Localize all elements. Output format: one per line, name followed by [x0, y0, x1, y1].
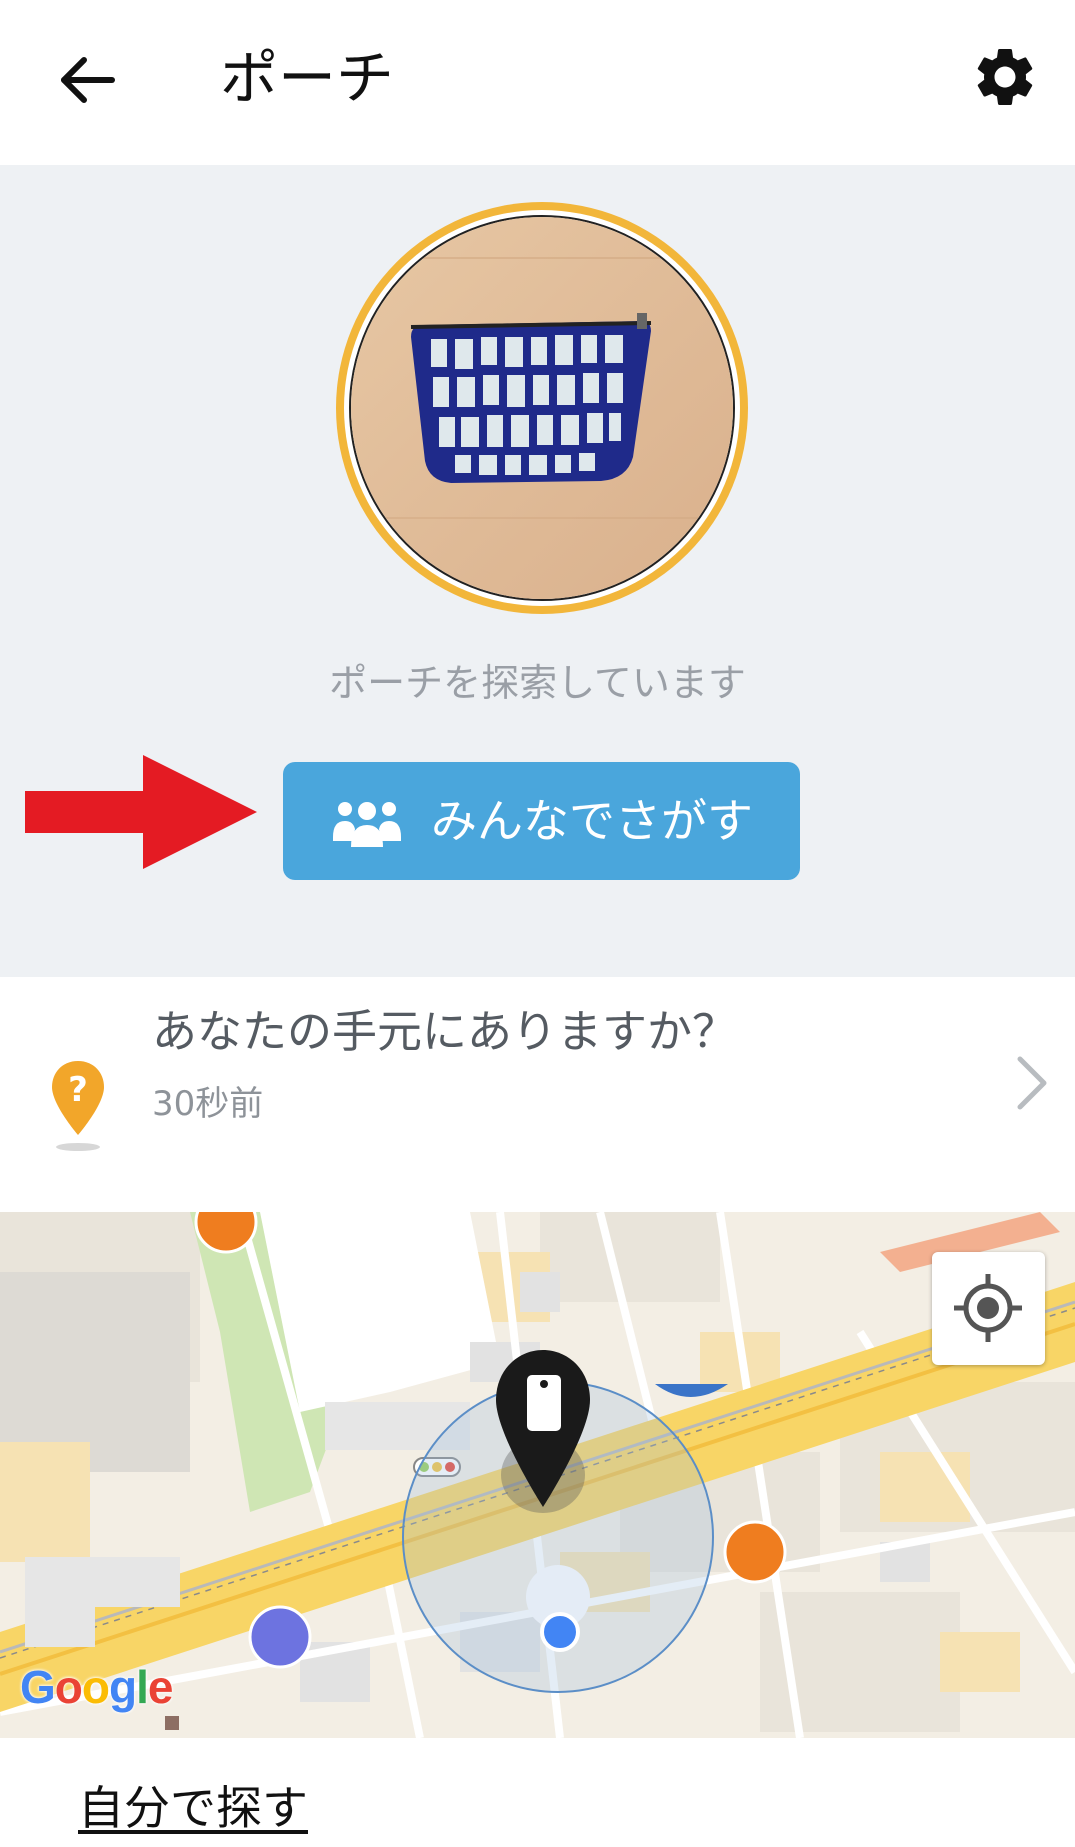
chevron-right-icon	[1017, 1056, 1047, 1110]
page-title: ポーチ	[220, 44, 395, 112]
search-status-text: ポーチを探索しています	[329, 661, 746, 705]
back-button[interactable]	[50, 40, 130, 120]
item-photo	[349, 215, 735, 601]
red-arrow-annotation	[25, 755, 257, 869]
map-view[interactable]: Google	[0, 1212, 1075, 1738]
footer: 自分で探す	[0, 1738, 1075, 1847]
svg-text:?: ?	[68, 1070, 88, 1110]
my-location-button[interactable]	[932, 1252, 1045, 1365]
crosshair-icon	[954, 1274, 1022, 1342]
question-pin-icon: ?	[52, 1061, 104, 1151]
notice-row[interactable]: ? あなたの手元にありますか？ 30秒前	[0, 977, 1075, 1212]
search-together-button[interactable]: みんなでさがす	[283, 762, 800, 880]
notice-title: あなたの手元にありますか？	[152, 1005, 738, 1058]
search-yourself-link[interactable]: 自分で探す	[78, 1778, 308, 1838]
arrow-left-icon	[61, 57, 115, 103]
settings-button[interactable]	[970, 42, 1050, 122]
pouch-image	[351, 217, 733, 599]
item-photo-ring	[336, 202, 748, 614]
google-logo: Google	[20, 1661, 173, 1713]
notice-timestamp: 30秒前	[152, 1084, 264, 1124]
gear-icon	[977, 48, 1033, 105]
people-group-icon	[333, 802, 401, 847]
app-header: ポーチ	[0, 0, 1075, 165]
search-together-label: みんなでさがす	[431, 794, 753, 848]
